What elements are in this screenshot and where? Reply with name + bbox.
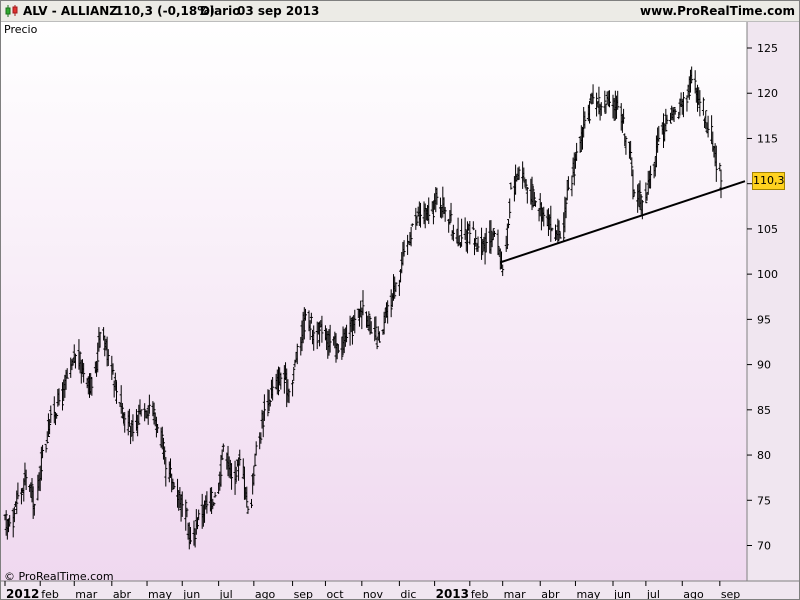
x-tick-label: ago — [683, 588, 704, 599]
x-tick-label: nov — [363, 588, 384, 599]
y-tick-label: 115 — [757, 132, 778, 145]
x-tick-label: jul — [646, 588, 660, 599]
x-tick-label: sep — [721, 588, 740, 599]
copyright-label: © ProRealTime.com — [4, 570, 114, 583]
x-tick-label: abr — [541, 588, 560, 599]
y-tick-label: 70 — [757, 540, 771, 553]
x-tick-label: 2012 — [6, 587, 39, 599]
x-tick-label: dic — [400, 588, 416, 599]
x-tick-label: feb — [41, 588, 59, 599]
x-tick-label: ago — [255, 588, 276, 599]
x-tick-label: feb — [471, 588, 489, 599]
x-tick-label: jun — [613, 588, 631, 599]
last-price-box: 110,3 — [752, 172, 785, 190]
y-tick-label: 100 — [757, 268, 778, 281]
x-tick-label: jun — [182, 588, 200, 599]
plot-area — [1, 22, 747, 581]
date-label: 03 sep 2013 — [237, 4, 320, 18]
y-tick-label: 90 — [757, 359, 771, 372]
y-tick-label: 120 — [757, 87, 778, 100]
ticker-label: ALV - ALLIANZ — [23, 4, 118, 18]
price-axis: 707580859095100105110115120125 — [747, 42, 778, 553]
y-tick-label: 85 — [757, 404, 771, 417]
plot-label: Precio — [4, 23, 38, 36]
y-tick-label: 95 — [757, 313, 771, 326]
x-tick-label: may — [576, 588, 600, 599]
x-tick-label: mar — [75, 588, 97, 599]
site-link[interactable]: www.ProRealTime.com — [640, 4, 795, 18]
time-axis: 2012 feb mar abr may jun jul ago sep oct nov dic 201… — [4, 581, 740, 599]
y-tick-label: 80 — [757, 449, 771, 462]
title-bar: ALV - ALLIANZ 110,3 (-0,18%) Diario 03 s… — [1, 1, 799, 22]
y-tick-label: 75 — [757, 494, 771, 507]
x-tick-label: may — [148, 588, 172, 599]
x-tick-label: 2013 — [436, 587, 469, 599]
price-chart[interactable]: 707580859095100105110115120125 2012febma… — [1, 1, 799, 599]
y-tick-label: 125 — [757, 42, 778, 55]
candlestick-icon — [5, 5, 18, 17]
x-tick-label: mar — [504, 588, 526, 599]
x-tick-label: oct — [326, 588, 344, 599]
y-tick-label: 105 — [757, 223, 778, 236]
chart-window: 707580859095100105110115120125 2012febma… — [0, 0, 800, 600]
x-tick-label: abr — [113, 588, 132, 599]
period-label: Diario — [200, 4, 241, 18]
x-tick-label: sep — [294, 588, 313, 599]
x-tick-label: jul — [219, 588, 233, 599]
